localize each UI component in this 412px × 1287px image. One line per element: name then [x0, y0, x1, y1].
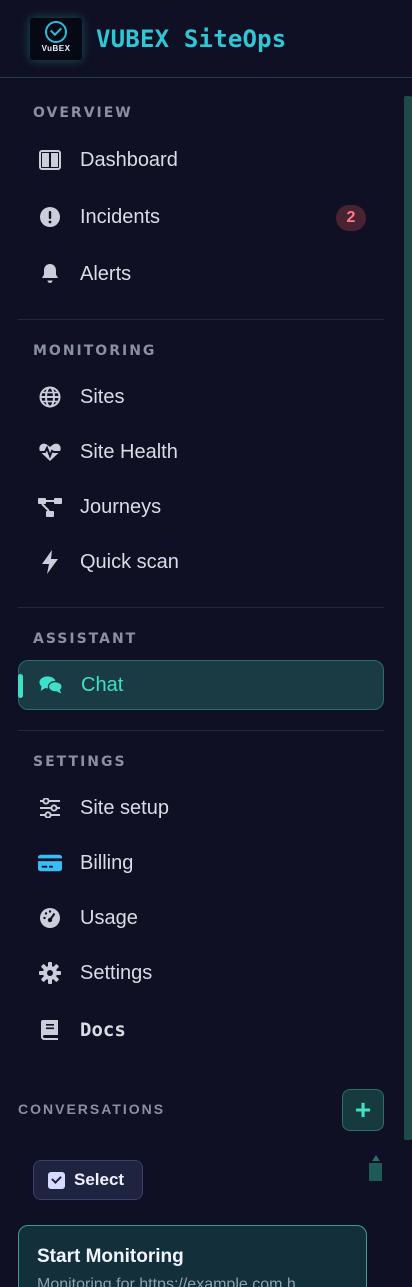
section-label-settings: SETTINGS	[33, 754, 127, 770]
gear-icon	[38, 961, 62, 985]
nav-item-journeys[interactable]: Journeys	[18, 482, 384, 532]
heart-pulse-icon	[38, 440, 62, 464]
nav-item-dashboard[interactable]: Dashboard	[18, 135, 384, 185]
sidebar-header: VuBEX VUBEX SiteOps	[0, 0, 412, 78]
checkbox-icon	[48, 1171, 65, 1189]
bolt-icon	[38, 550, 62, 574]
credit-card-icon	[38, 851, 62, 875]
nav-item-quick-scan[interactable]: Quick scan	[18, 537, 384, 587]
nav-label-sites: Sites	[80, 385, 125, 408]
nav-label-site-setup: Site setup	[80, 796, 169, 819]
incidents-count-badge: 2	[336, 205, 366, 231]
dashboard-icon	[38, 148, 62, 172]
new-conversation-button[interactable]: +	[342, 1089, 384, 1131]
nav-item-alerts[interactable]: Alerts	[18, 249, 384, 299]
select-conversations-button[interactable]: Select	[33, 1160, 143, 1200]
conversation-title: Start Monitoring	[37, 1246, 184, 1267]
sidebar: VuBEX VUBEX SiteOps OVERVIEW Dashboard I…	[0, 0, 412, 1287]
divider	[18, 319, 384, 320]
section-label-assistant: ASSISTANT	[33, 631, 138, 647]
scroll-up-arrow-icon[interactable]	[371, 1155, 380, 1161]
nav-label-docs: Docs	[80, 1019, 126, 1041]
nav-label-chat: Chat	[81, 673, 124, 696]
nav-item-billing[interactable]: Billing	[18, 838, 384, 888]
nav-label-billing: Billing	[80, 851, 134, 874]
nav-label-incidents: Incidents	[80, 205, 161, 228]
nav-label-usage: Usage	[80, 906, 138, 929]
nav-label-dashboard: Dashboard	[80, 148, 178, 171]
nav-label-site-health: Site Health	[80, 440, 178, 463]
section-label-overview: OVERVIEW	[33, 105, 133, 121]
brand-name[interactable]: VUBEX SiteOps	[96, 25, 286, 53]
nav-item-docs[interactable]: Docs	[18, 1005, 384, 1055]
bell-icon	[38, 262, 62, 286]
gauge-icon	[38, 906, 62, 930]
nav-item-incidents[interactable]: Incidents 2	[18, 192, 384, 242]
nav-item-site-health[interactable]: Site Health	[18, 427, 384, 477]
nav-item-settings[interactable]: Settings	[18, 948, 384, 998]
nav-item-site-setup[interactable]: Site setup	[18, 783, 384, 833]
exclamation-circle-icon	[38, 205, 62, 229]
nav-item-usage[interactable]: Usage	[18, 893, 384, 943]
brand-logo[interactable]: VuBEX	[30, 17, 82, 60]
nav-label-quick-scan: Quick scan	[80, 550, 179, 573]
section-label-monitoring: MONITORING	[33, 343, 157, 359]
book-icon	[38, 1018, 62, 1042]
sitemap-icon	[38, 495, 62, 519]
divider	[18, 730, 384, 731]
conversation-item[interactable]: Start Monitoring Monitoring for https://…	[18, 1225, 367, 1287]
logo-check-icon	[45, 20, 67, 43]
select-button-label: Select	[74, 1170, 125, 1189]
nav-item-sites[interactable]: Sites	[18, 372, 384, 422]
conversation-preview: Monitoring for https://example.com h	[37, 1276, 296, 1287]
nav-label-alerts: Alerts	[80, 262, 132, 285]
nav-label-journeys: Journeys	[80, 495, 162, 518]
sliders-icon	[38, 796, 62, 820]
nav-item-chat[interactable]: Chat	[18, 660, 384, 710]
logo-text: VuBEX	[41, 43, 71, 53]
divider	[18, 607, 384, 608]
globe-icon	[38, 385, 62, 409]
scroll-thumb[interactable]	[369, 1163, 382, 1181]
active-indicator	[18, 674, 23, 698]
sidebar-scrollbar[interactable]	[404, 96, 412, 1140]
section-label-conversations: CONVERSATIONS	[18, 1101, 166, 1117]
conversation-list-scrollbar[interactable]	[369, 1155, 382, 1181]
chat-bubbles-icon	[39, 673, 63, 697]
nav-label-settings: Settings	[80, 961, 153, 984]
